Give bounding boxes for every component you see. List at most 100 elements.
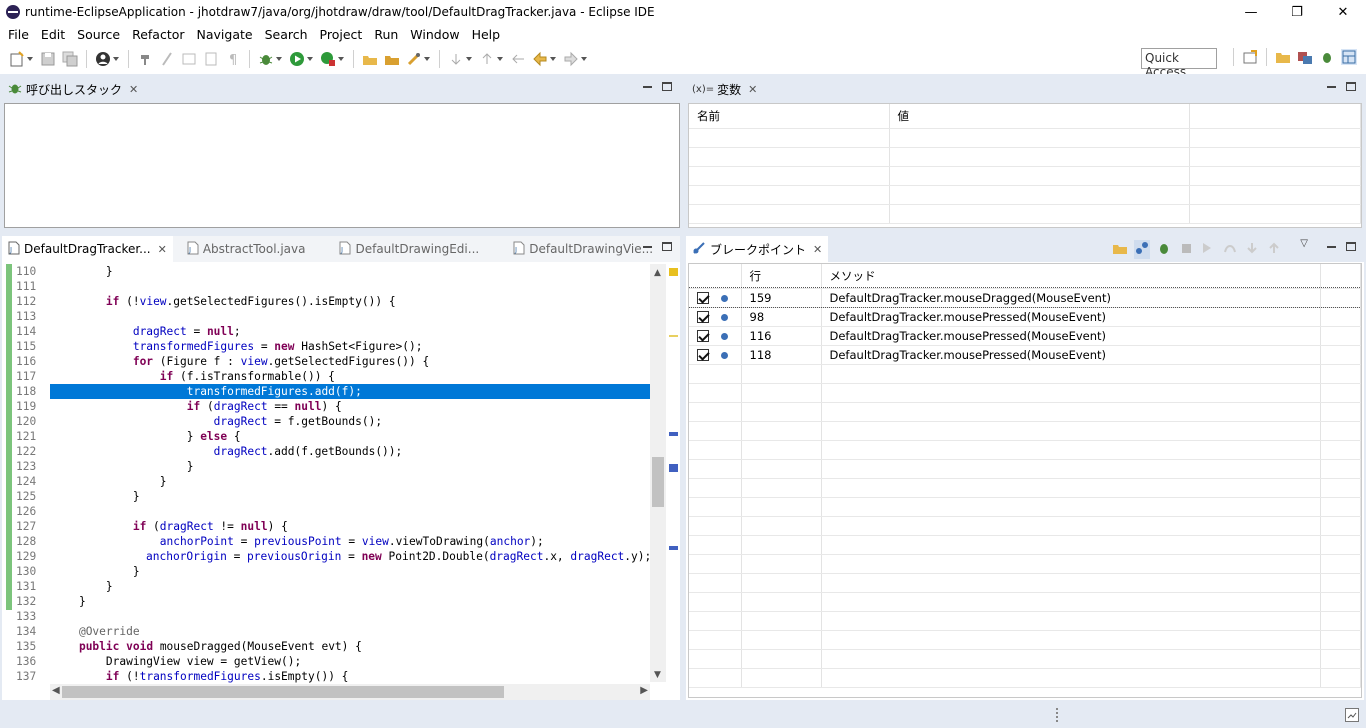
quick-access-field[interactable]: Quick Access	[1141, 48, 1217, 79]
code-line[interactable]: 128 anchorPoint = previousPoint = view.v…	[6, 534, 650, 549]
debug-perspective-icon[interactable]	[1319, 49, 1335, 65]
scroll-down-icon[interactable]: ▼	[654, 670, 661, 680]
breakpoint-marker[interactable]	[669, 432, 678, 436]
chevron-down-icon[interactable]	[581, 57, 587, 61]
paragraph-icon[interactable]: ¶	[225, 51, 241, 68]
code-line[interactable]: 135 public void mouseDragged(MouseEvent …	[6, 639, 650, 654]
close-icon[interactable]: ✕	[158, 243, 167, 256]
line-number[interactable]: 127	[6, 519, 50, 534]
code-line[interactable]: 119 if (dragRect == null) {	[6, 399, 650, 414]
column-header-value[interactable]: 値	[889, 104, 1190, 129]
line-number[interactable]: 116	[6, 354, 50, 369]
next-annotation-icon[interactable]	[448, 51, 464, 67]
column-header-extra[interactable]	[1189, 104, 1361, 129]
line-number[interactable]: 132	[6, 594, 50, 609]
skip-breakpoints-icon[interactable]	[159, 51, 175, 67]
breakpoint-row[interactable]: 116 DefaultDragTracker.mousePressed(Mouse…	[689, 326, 1361, 346]
previous-annotation-icon[interactable]	[479, 51, 495, 67]
line-number[interactable]: 119	[6, 399, 50, 414]
menu-refactor[interactable]: Refactor	[126, 27, 190, 42]
scroll-right-icon[interactable]: ▶	[640, 685, 648, 696]
vertical-scrollbar[interactable]: ▲ ▼	[650, 264, 666, 682]
code-line[interactable]: 122 dragRect.add(f.getBounds());	[6, 444, 650, 459]
resume-icon[interactable]	[1200, 240, 1216, 259]
close-icon[interactable]: ✕	[129, 83, 138, 96]
menu-run[interactable]: Run	[368, 27, 404, 42]
line-number[interactable]: 111	[6, 279, 50, 294]
view-menu-icon[interactable]: ▽	[1300, 238, 1308, 249]
tab-breakpoints[interactable]: ブレークポイント ✕	[686, 236, 829, 262]
editor-tab-defaultdrawingview[interactable]: J DefaultDrawingVie...	[507, 236, 659, 262]
code-line[interactable]: 131 }	[6, 579, 650, 594]
search-icon[interactable]	[406, 51, 422, 67]
close-button[interactable]: ✕	[1320, 0, 1366, 24]
maximize-icon[interactable]	[662, 82, 672, 91]
scroll-left-icon[interactable]: ◀	[52, 685, 60, 696]
link-with-debug-icon[interactable]	[1134, 240, 1150, 259]
menu-window[interactable]: Window	[404, 27, 465, 42]
code-line[interactable]: 110 }	[6, 264, 650, 279]
line-number[interactable]: 134	[6, 624, 50, 639]
line-number[interactable]: 128	[6, 534, 50, 549]
line-number[interactable]: 114	[6, 324, 50, 339]
close-icon[interactable]: ✕	[748, 83, 757, 96]
code-line[interactable]: 125 }	[6, 489, 650, 504]
maximize-icon[interactable]	[662, 242, 672, 251]
variables-table[interactable]: 名前 値	[688, 103, 1362, 228]
line-number[interactable]: 125	[6, 489, 50, 504]
external-tools-icon[interactable]	[320, 51, 336, 67]
scroll-up-icon[interactable]: ▲	[654, 268, 661, 278]
line-number[interactable]: 121	[6, 429, 50, 444]
column-header-enabled[interactable]	[689, 264, 742, 289]
menu-file[interactable]: File	[2, 27, 35, 42]
enabled-checkbox[interactable]	[697, 292, 709, 304]
horizontal-scrollbar[interactable]: ◀ ▶	[50, 684, 650, 700]
breakpoints-table[interactable]: 行 メソッド 159 DefaultDragTracker.mouseDragge…	[688, 263, 1362, 698]
editor-tab-defaultdragtracker[interactable]: J DefaultDragTracker... ✕	[2, 236, 173, 262]
editor-tab-defaultdrawingeditor[interactable]: J DefaultDrawingEdi...	[333, 236, 485, 262]
window-layout-icon[interactable]	[1341, 49, 1357, 65]
minimize-button[interactable]: —	[1228, 0, 1274, 24]
code-editor[interactable]: 110 } 111 112 if (!view.getSelectedFigures…	[6, 264, 650, 684]
save-all-icon[interactable]	[62, 51, 78, 67]
step-into-icon[interactable]	[1244, 240, 1260, 259]
code-line[interactable]: 130 }	[6, 564, 650, 579]
breakpoint-marker[interactable]	[669, 546, 678, 550]
line-number[interactable]: 117	[6, 369, 50, 384]
line-number[interactable]: 135	[6, 639, 50, 654]
line-number[interactable]: 110	[6, 264, 50, 279]
tab-variables[interactable]: (x)= 変数 ✕	[686, 76, 764, 102]
code-line[interactable]: 115 transformedFigures = new HashSet<Fig…	[6, 339, 650, 354]
enabled-checkbox[interactable]	[697, 349, 709, 361]
chevron-down-icon[interactable]	[550, 57, 556, 61]
scroll-thumb[interactable]	[652, 457, 664, 507]
code-line[interactable]: 124 }	[6, 474, 650, 489]
code-line[interactable]: 112 if (!view.getSelectedFigures().isEmp…	[6, 294, 650, 309]
column-header-name[interactable]: 名前	[689, 104, 890, 129]
enabled-checkbox[interactable]	[697, 311, 709, 323]
menu-navigate[interactable]: Navigate	[191, 27, 259, 42]
stop-icon[interactable]	[1178, 240, 1194, 259]
line-number[interactable]: 124	[6, 474, 50, 489]
code-line[interactable]: 132 }	[6, 594, 650, 609]
code-line[interactable]: 118 transformedFigures.add(f);	[6, 384, 650, 399]
editor-tab-abstracttool[interactable]: J AbstractTool.java	[181, 236, 312, 262]
minimize-icon[interactable]	[1327, 86, 1336, 88]
column-header-line[interactable]: 行	[741, 264, 822, 289]
menu-source[interactable]: Source	[71, 27, 126, 42]
step-return-icon[interactable]	[1266, 240, 1282, 259]
run-icon[interactable]	[289, 51, 305, 67]
breakpoint-row[interactable]: 118 DefaultDragTracker.mousePressed(Mouse…	[689, 345, 1361, 365]
breakpoint-row[interactable]: 159 DefaultDragTracker.mouseDragged(Mouse…	[689, 287, 1361, 308]
code-line[interactable]: 123 }	[6, 459, 650, 474]
back-icon[interactable]	[532, 51, 548, 67]
code-line[interactable]: 136 DrawingView view = getView();	[6, 654, 650, 669]
code-line[interactable]: 127 if (dragRect != null) {	[6, 519, 650, 534]
line-number[interactable]: 130	[6, 564, 50, 579]
code-line[interactable]: 129 anchorOrigin = previousOrigin = new …	[6, 549, 650, 564]
line-number[interactable]: 129	[6, 549, 36, 564]
code-line[interactable]: 120 dragRect = f.getBounds();	[6, 414, 650, 429]
code-line[interactable]: 133	[6, 609, 650, 624]
open-perspective-icon[interactable]	[1242, 49, 1258, 65]
code-line[interactable]: 116 for (Figure f : view.getSelectedFigu…	[6, 354, 650, 369]
